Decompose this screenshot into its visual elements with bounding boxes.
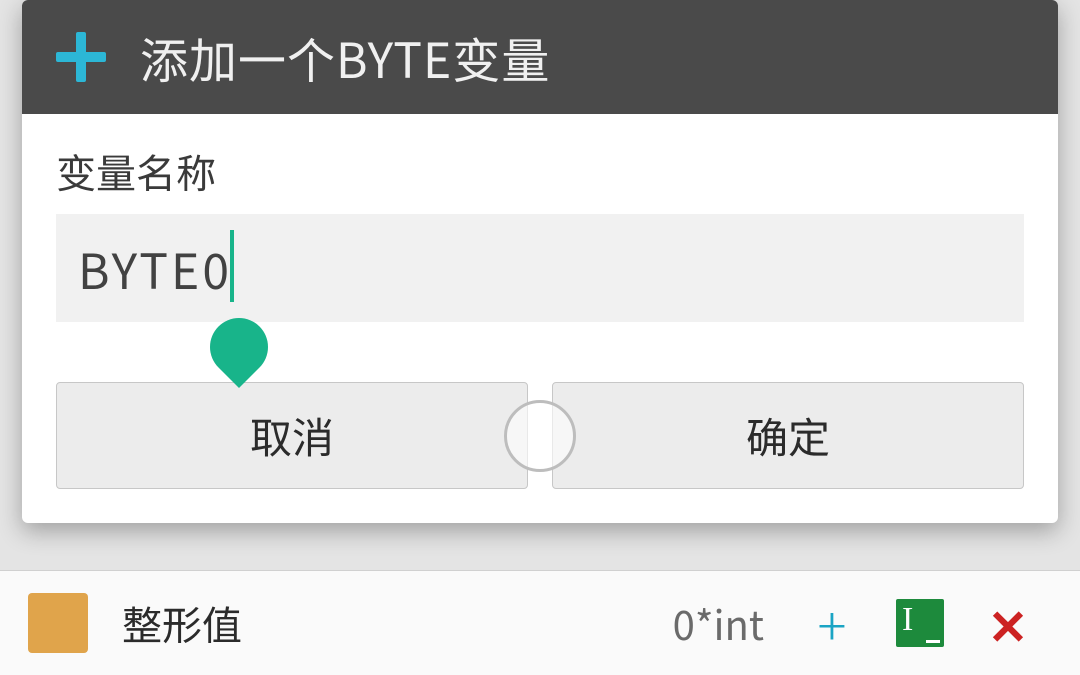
confirm-button[interactable]: 确定 [552,382,1024,489]
type-color-chip [28,593,88,653]
touch-ripple [504,400,576,472]
add-variable-dialog: 添加一个BYTE变量 变量名称 BYTE0 取消 确定 [22,0,1058,523]
dialog-header: 添加一个BYTE变量 [22,0,1058,114]
dialog-button-row: 取消 确定 [56,382,1024,489]
row-type-text: 0*int [673,594,764,652]
add-icon[interactable]: + [804,595,860,651]
field-label: 变量名称 [56,142,1024,200]
variable-name-input[interactable]: BYTE0 [56,214,1024,322]
variable-list-row: 整形值 0*int + I ✕ [0,570,1080,675]
plus-icon [56,32,106,82]
delete-icon[interactable]: ✕ [980,595,1036,651]
input-value: BYTE0 [78,233,232,303]
cancel-button[interactable]: 取消 [56,382,528,489]
dialog-title: 添加一个BYTE变量 [140,22,550,92]
text-caret [230,230,234,302]
dialog-body: 变量名称 BYTE0 取消 确定 [22,114,1058,523]
row-label: 整形值 [122,594,673,652]
insert-icon[interactable]: I [892,595,948,651]
